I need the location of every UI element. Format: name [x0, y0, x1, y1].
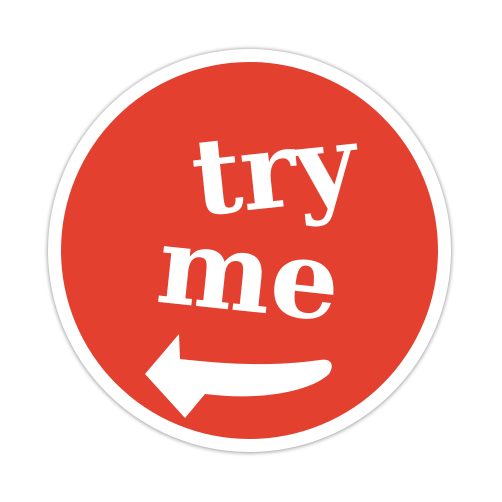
sticker: try me	[48, 49, 451, 452]
badge-circle: try me	[61, 62, 438, 439]
arrow-left-icon	[145, 334, 332, 418]
label-me: me	[151, 202, 345, 347]
sticker-canvas: try me	[0, 0, 502, 502]
